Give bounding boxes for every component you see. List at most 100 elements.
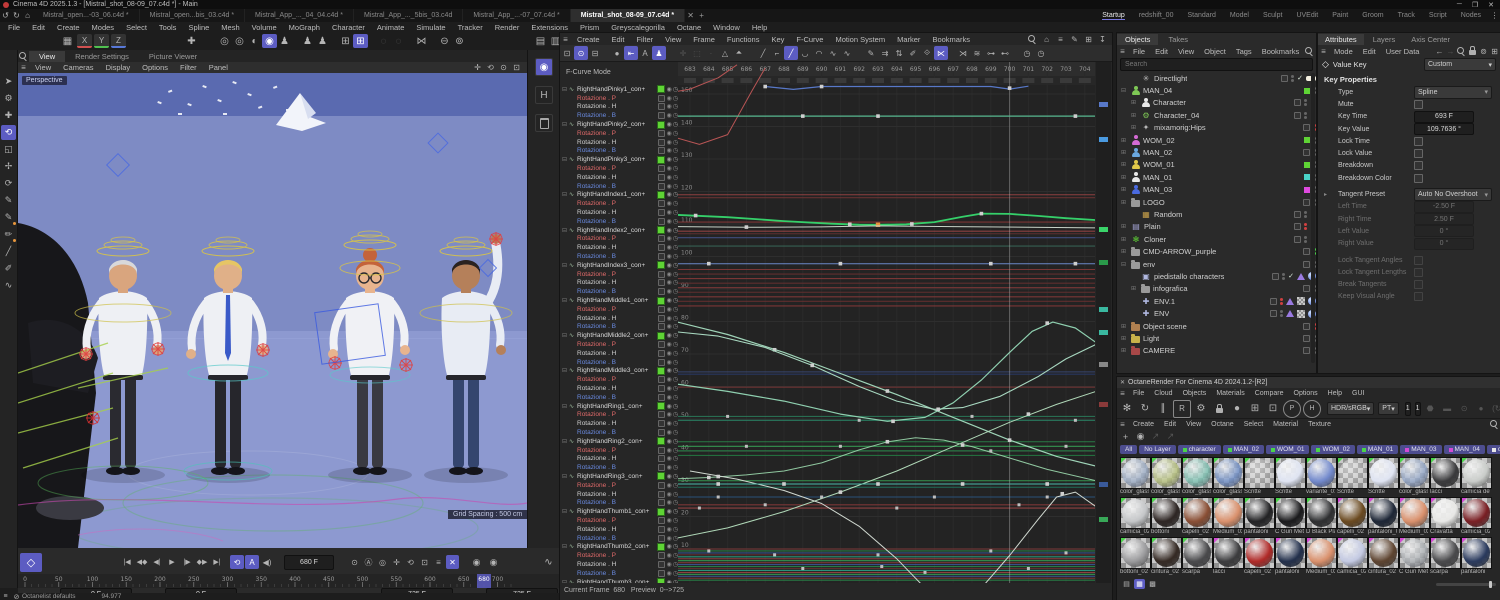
timeline-burger-icon[interactable]: ≡ [560,34,571,44]
rig-handle[interactable] [399,358,413,372]
timeline-menu-f-curve[interactable]: F-Curve [790,35,829,44]
object-row[interactable]: ⊞Character✓ [1117,97,1316,109]
bar-icon[interactable]: ▬ [1440,402,1455,416]
add-material-button[interactable]: + [1119,431,1132,443]
select-type[interactable]: Spline▾ [1414,86,1492,99]
object-row[interactable]: ⊞⚙Character_04✓ [1117,109,1316,121]
keyframe[interactable] [858,419,861,422]
material-item[interactable]: variante_01 [1306,457,1335,496]
object-row[interactable]: ✳Directlight✓ [1117,72,1316,84]
gizmo-icon[interactable]: ◉ [535,58,553,76]
record-scale-button[interactable]: ⊡ [418,555,431,569]
keyframe[interactable] [707,262,711,266]
object-row[interactable]: ⊞WOM_01 [1117,159,1316,171]
keyframe[interactable] [1008,438,1012,442]
add-aov-icon[interactable]: ⊞ [1247,401,1263,417]
track-group[interactable]: ⊟∿RightHandRing3_con+◉◷ [562,472,678,481]
axis-tool-icon[interactable]: ✚ [184,34,199,48]
track-group[interactable]: ⊟∿RightHandMiddle2_con+◉◷ [562,331,678,340]
material-item[interactable]: C Gun Meta [1399,537,1428,576]
track-group[interactable]: ⊟∿RightHandMiddle3_con+◉◷ [562,367,678,376]
track-channel[interactable]: Rotazione . H◉◷ [562,454,678,463]
coord-object-icon[interactable]: ◎ [232,34,247,48]
status-menu-icon[interactable]: ≡ [0,592,11,600]
material-item[interactable]: camicia_02 [1120,497,1149,536]
objects-search-input[interactable] [1121,61,1312,68]
minimize-button[interactable]: ─ [1457,1,1462,8]
key-scale-icon[interactable]: ⇅ [892,46,906,60]
tangent-linear-icon[interactable]: ╱ [756,46,770,60]
track-channel[interactable]: Rotazione . H◉◷ [562,490,678,499]
prev-key-button[interactable]: ◀◆ [135,555,149,569]
object-row[interactable]: ⊞CMD-ARROW_purple [1117,245,1316,257]
object-row[interactable]: ▦Random✓ [1117,208,1316,220]
record-position-button[interactable]: ✛ [390,555,403,569]
keyframe[interactable] [989,262,993,266]
material-item[interactable]: color_glass_ [1151,457,1180,496]
checkbox-lock-time[interactable] [1414,137,1423,146]
layer-tab-wom_01[interactable]: WOM_01 [1266,445,1309,454]
object-row[interactable]: ⊞✻Cloner✓ [1117,233,1316,245]
octane-menu-gui[interactable]: GUI [1347,390,1369,397]
fcurve-curve[interactable] [678,331,1095,409]
menu-spline[interactable]: Spline [182,23,215,32]
document-tab[interactable]: Mistral_shot_08-09_07.c4d * [571,9,685,22]
menu-prism[interactable]: Prism [574,23,605,32]
material-item[interactable]: bottoni [1151,497,1180,536]
material-item[interactable]: pantaloni [1244,497,1273,536]
objects-menu-bookmarks[interactable]: Bookmarks [1257,47,1305,56]
menu-character[interactable]: Character [326,23,371,32]
render-view-icon[interactable]: ▤ [533,34,548,48]
multi-move-icon[interactable]: ✢ [1,159,16,174]
timeline-menu-filter[interactable]: Filter [630,35,659,44]
material-item[interactable]: cintura_02 [1151,537,1180,576]
close-button[interactable]: ✕ [1488,1,1494,9]
object-row[interactable]: ✚ENV [1117,307,1316,319]
material-item[interactable]: lacci [1430,457,1459,496]
keyframe[interactable] [1046,496,1049,499]
keyframe[interactable] [910,222,914,226]
mirror-keys-icon[interactable]: ≋ [970,46,984,60]
object-row[interactable]: ⊞LOGO [1117,196,1316,208]
hex-icon[interactable]: ⬣ [1423,402,1438,416]
track-channel[interactable]: Rotazione . P◉◷ [562,270,678,279]
viewport-3d-scene[interactable] [18,73,527,548]
keyframe[interactable] [1074,419,1077,422]
colorspace-select[interactable]: HDR/sRGB▾ [1327,402,1374,415]
material-item[interactable]: camicia det [1461,457,1490,496]
track-channel[interactable]: Rotazione . H◉◷ [562,279,678,288]
track-channel[interactable]: Rotazione . B◉◷ [562,463,678,472]
keyframe[interactable] [707,549,710,552]
keyframe[interactable] [839,490,843,494]
keyframe[interactable] [886,440,890,444]
material-item[interactable]: pantaloni [1461,537,1490,576]
attr-settings-icon[interactable]: ⊚ [1478,46,1489,56]
track-channel[interactable]: Rotazione . H◉◷ [562,525,678,534]
spline-pair-icon[interactable]: ✏ [1,227,16,242]
field-key-time[interactable]: 693 F [1414,111,1474,123]
menu-volume[interactable]: Volume [246,23,283,32]
rig-handle[interactable] [151,342,165,356]
keyframe[interactable] [924,571,927,574]
multi-rotate-icon[interactable]: ⟳ [1,176,16,191]
key-preset-select[interactable]: Custom▾ [1424,58,1496,71]
objects-burger-icon[interactable]: ≡ [1117,46,1128,56]
attr-back-icon[interactable]: ← [1434,46,1445,56]
material-menu-texture[interactable]: Texture [1303,421,1336,428]
material-burger-icon[interactable]: ≡ [1117,420,1128,430]
snap-off-icon[interactable]: ✛ [676,46,690,60]
document-tab[interactable]: Mistral_App_..._04_04.c4d * [245,9,354,22]
menu-file[interactable]: File [2,23,26,32]
record-pla-button[interactable]: ✕ [446,555,459,569]
track-channel[interactable]: Rotazione . P◉◷ [562,446,678,455]
tab-objects[interactable]: Objects [1117,34,1158,45]
target-icon[interactable]: ⊚ [452,34,467,48]
home-icon[interactable]: ⌂ [1041,34,1052,44]
tri-flask-icon[interactable]: ⏶ [732,46,746,60]
person-mode-icon[interactable]: ♟ [277,34,292,48]
track-channel[interactable]: Rotazione . P◉◷ [562,235,678,244]
viewport-menu-options[interactable]: Options [136,63,174,72]
material-item[interactable]: pantaloni_0 [1368,497,1397,536]
track-channel[interactable]: Rotazione . P◉◷ [562,481,678,490]
track-group[interactable]: ⊟∿RightHandMiddle1_con+◉◷ [562,296,678,305]
